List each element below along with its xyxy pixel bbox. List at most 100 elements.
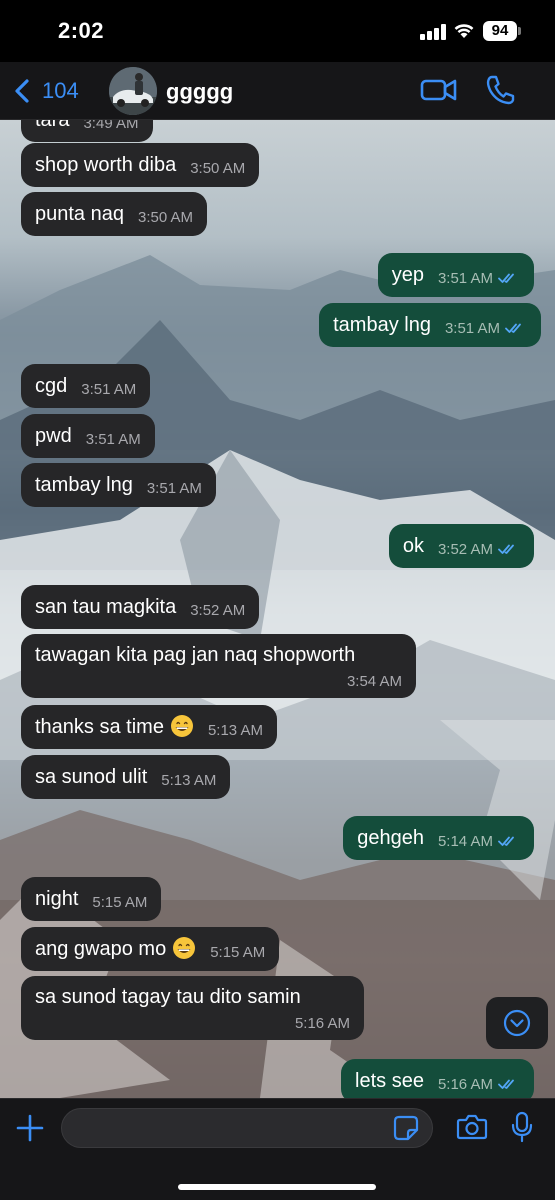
message-time-text: 3:51 AM bbox=[444, 320, 500, 337]
message-time: 5:16 AM bbox=[438, 1063, 520, 1098]
incoming-message[interactable]: san tau magkita 3:52 AM bbox=[21, 585, 260, 629]
message-text: gehgeh bbox=[357, 827, 424, 849]
message-time-text: 3:51 AM bbox=[437, 270, 493, 287]
outgoing-message[interactable]: gehgeh 5:14 AM bbox=[343, 816, 534, 860]
message-text: punta naq bbox=[35, 203, 124, 225]
double-check-icon bbox=[505, 323, 521, 333]
incoming-message[interactable]: tara 3:49 AM bbox=[21, 120, 153, 142]
message-time-text: 5:13 AM bbox=[207, 722, 263, 739]
double-check-icon bbox=[498, 273, 514, 283]
message-time: 5:16 AM bbox=[295, 1016, 350, 1032]
incoming-message[interactable]: cgd 3:51 AM bbox=[21, 364, 151, 408]
message-time-text: 3:54 AM bbox=[346, 673, 402, 690]
message-time: 5:14 AM bbox=[438, 820, 520, 864]
message-time: 5:15 AM bbox=[92, 881, 147, 925]
status-bar: 2:02 94 bbox=[0, 0, 555, 62]
incoming-message[interactable]: sa sunod tagay tau dito samin 5:16 AM bbox=[21, 976, 364, 1040]
battery-cap bbox=[518, 27, 521, 35]
message-time-text: 3:49 AM bbox=[83, 120, 139, 132]
phone-icon[interactable] bbox=[485, 74, 515, 106]
message-input[interactable] bbox=[61, 1108, 433, 1148]
incoming-message[interactable]: tawagan kita pag jan naq shopworth 3:54 A… bbox=[21, 634, 416, 698]
message-text: tambay lng bbox=[333, 314, 431, 336]
message-text: thanks sa time bbox=[35, 716, 164, 738]
message-text: sa sunod tagay tau dito samin bbox=[35, 986, 301, 1008]
battery-icon: 94 bbox=[483, 21, 517, 41]
message-time: 3:51 AM bbox=[438, 257, 520, 301]
unread-count: 104 bbox=[42, 78, 79, 103]
message-time-text: 5:15 AM bbox=[92, 894, 148, 911]
message-time: 3:51 AM bbox=[86, 418, 141, 462]
message-time: 3:51 AM bbox=[147, 467, 202, 511]
message-text: tambay lng bbox=[35, 474, 133, 496]
message-time-text: 3:50 AM bbox=[190, 160, 246, 177]
message-time-text: 5:15 AM bbox=[210, 944, 266, 961]
outgoing-message[interactable]: ok 3:52 AM bbox=[388, 524, 534, 568]
chat-header: 104 ggggg bbox=[0, 62, 555, 120]
home-indicator bbox=[178, 1184, 376, 1190]
camera-icon[interactable] bbox=[456, 1113, 488, 1141]
signal-icon bbox=[420, 24, 446, 40]
message-time-text: 5:16 AM bbox=[437, 1076, 493, 1093]
outgoing-message[interactable]: tambay lng 3:51 AM bbox=[319, 303, 541, 347]
message-time-text: 3:51 AM bbox=[81, 381, 137, 398]
avatar-photo bbox=[109, 67, 157, 115]
incoming-message[interactable]: pwd 3:51 AM bbox=[21, 414, 155, 458]
outgoing-message[interactable]: yep 3:51 AM bbox=[377, 253, 534, 297]
message-text: shop worth diba bbox=[35, 154, 177, 176]
video-call-icon[interactable] bbox=[420, 76, 458, 104]
microphone-icon[interactable] bbox=[510, 1111, 534, 1143]
message-text: lets see bbox=[355, 1070, 424, 1092]
message-time: 5:13 AM bbox=[208, 709, 263, 753]
avatar[interactable] bbox=[109, 67, 157, 115]
message-time-text: 3:52 AM bbox=[437, 541, 493, 558]
incoming-message[interactable]: tambay lng 3:51 AM bbox=[21, 463, 216, 507]
grinning-face-emoji bbox=[170, 715, 193, 737]
back-button[interactable]: 104 bbox=[12, 74, 79, 108]
message-text: sa sunod ulit bbox=[35, 766, 148, 788]
message-time: 3:50 AM bbox=[190, 147, 245, 191]
message-time-text: 3:52 AM bbox=[190, 602, 246, 619]
message-text: pwd bbox=[35, 425, 72, 447]
incoming-message[interactable]: shop worth diba 3:50 AM bbox=[21, 143, 260, 187]
incoming-message[interactable]: ang gwapo mo 5:15 AM bbox=[21, 927, 280, 971]
incoming-message[interactable]: thanks sa time 5:13 AM bbox=[21, 705, 277, 749]
grinning-face-emoji bbox=[173, 937, 196, 959]
message-time-text: 5:13 AM bbox=[161, 772, 217, 789]
scroll-to-bottom-button[interactable] bbox=[486, 997, 548, 1049]
message-time: 3:52 AM bbox=[438, 528, 520, 572]
message-text: cgd bbox=[35, 375, 68, 397]
chevron-down-circle-icon bbox=[503, 1009, 531, 1037]
message-time: 3:50 AM bbox=[138, 196, 193, 240]
message-text: ok bbox=[402, 535, 424, 557]
status-time: 2:02 bbox=[58, 18, 105, 43]
double-check-icon bbox=[498, 836, 514, 846]
message-text: ang gwapo mo bbox=[35, 938, 167, 960]
message-time-text: 5:16 AM bbox=[294, 1015, 350, 1032]
message-text: tawagan kita pag jan naq shopworth bbox=[35, 644, 356, 666]
message-time-text: 3:51 AM bbox=[146, 480, 202, 497]
message-time: 3:51 AM bbox=[81, 368, 136, 412]
message-text: yep bbox=[391, 264, 424, 286]
message-time-text: 5:14 AM bbox=[437, 833, 493, 850]
chat-area[interactable]: tara 3:49 AM shop worth diba 3:50 AM punta n… bbox=[0, 120, 555, 1098]
wifi-icon bbox=[454, 24, 474, 38]
message-text: tara bbox=[35, 120, 70, 131]
outgoing-message[interactable]: lets see 5:16 AM bbox=[341, 1059, 534, 1098]
double-check-icon bbox=[498, 1079, 514, 1089]
message-text: san tau magkita bbox=[35, 596, 177, 618]
incoming-message[interactable]: night 5:15 AM bbox=[21, 877, 162, 921]
chevron-left-icon bbox=[15, 79, 29, 103]
incoming-message[interactable]: punta naq 3:50 AM bbox=[21, 192, 208, 236]
incoming-message[interactable]: sa sunod ulit 5:13 AM bbox=[21, 755, 231, 799]
message-text: night bbox=[35, 888, 79, 910]
contact-name[interactable]: ggggg bbox=[166, 79, 233, 105]
message-time: 5:13 AM bbox=[161, 759, 216, 803]
double-check-icon bbox=[498, 544, 514, 554]
message-time: 3:54 AM bbox=[347, 674, 402, 690]
sticker-icon[interactable] bbox=[393, 1115, 419, 1141]
plus-icon[interactable] bbox=[14, 1112, 46, 1144]
message-time: 5:15 AM bbox=[210, 931, 265, 975]
input-bar bbox=[0, 1098, 555, 1200]
message-time-text: 3:50 AM bbox=[137, 209, 194, 226]
